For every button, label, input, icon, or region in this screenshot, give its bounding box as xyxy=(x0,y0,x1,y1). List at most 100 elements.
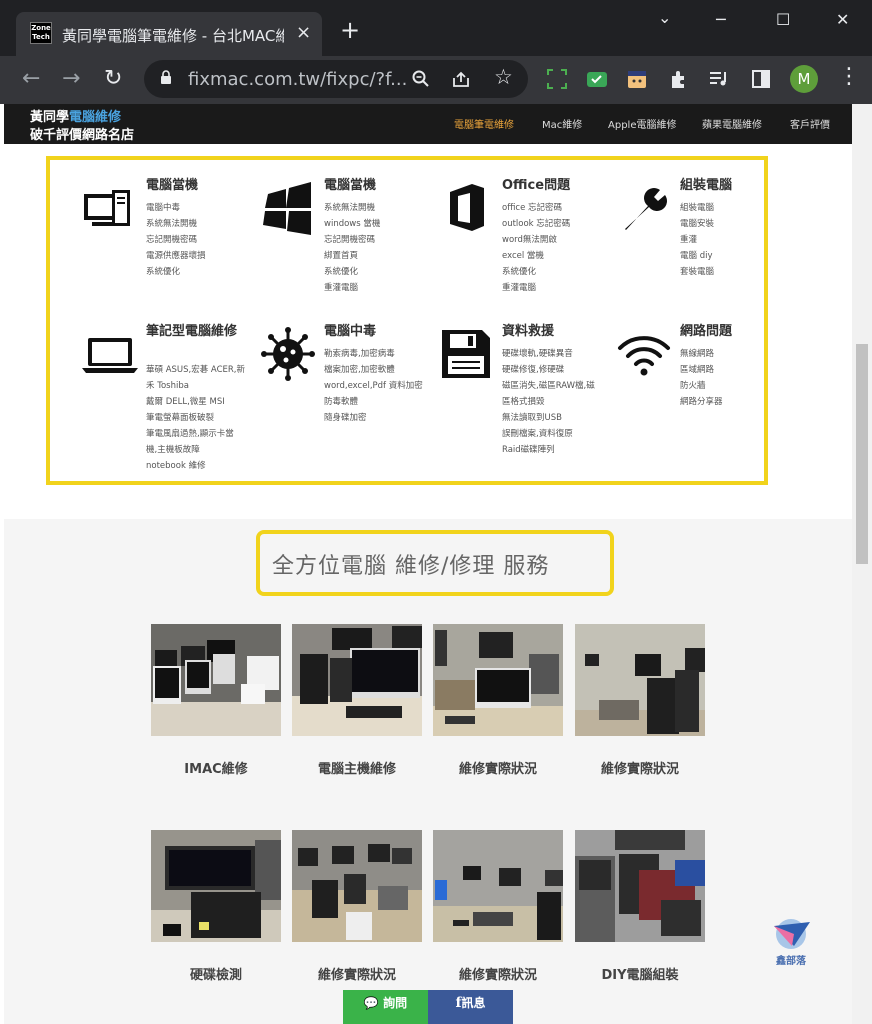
service-line: word無法開啟 xyxy=(502,235,557,245)
minimize-button[interactable]: ─ xyxy=(716,10,726,29)
page-scrollbar[interactable] xyxy=(852,104,872,1024)
service-line: 誤刪檔案,資料復原 xyxy=(502,429,573,439)
service-title: 資料救援 xyxy=(502,324,555,339)
service-lines: 系統無法開機 windows 當機 忘記開機密碼 綁置首頁 系統優化 重灌電腦 xyxy=(324,200,436,296)
wrench-icon xyxy=(625,188,667,230)
gallery-photo-diy-build[interactable] xyxy=(575,830,705,942)
gallery-caption: 維修實際狀況 xyxy=(600,762,679,777)
service-line: 系統優化 xyxy=(324,267,359,277)
service-line: 系統無法開機 xyxy=(146,219,198,229)
gallery-photo-repair-3[interactable] xyxy=(292,830,422,942)
service-line: 區格式損毀 xyxy=(502,397,545,407)
watermark-logo: 鑫部落 xyxy=(766,916,816,968)
brand-subtitle: 破千評價網路名店 xyxy=(30,128,135,143)
forward-icon[interactable]: → xyxy=(62,66,80,91)
maximize-button[interactable]: ☐ xyxy=(776,10,790,29)
service-lines: 電腦中毒 系統無法開機 忘記開機密碼 電源供應器壞損 系統優化 xyxy=(146,200,258,280)
service-line: 網路分享器 xyxy=(680,397,723,407)
service-line: excel 當機 xyxy=(502,251,544,261)
service-line: 磁區消失,磁區RAW檔,磁 xyxy=(502,381,595,391)
favicon-icon: Zone Tech xyxy=(30,22,52,44)
close-tab-icon[interactable]: × xyxy=(296,22,311,43)
service-line: 勒索病毒,加密病毒 xyxy=(324,349,395,359)
checklist-extension-icon[interactable] xyxy=(586,68,608,90)
facebook-contact-button[interactable]: f訊息 xyxy=(428,990,513,1024)
back-icon[interactable]: ← xyxy=(22,66,40,91)
service-title: 電腦中毒 xyxy=(324,324,377,339)
gallery-photo-repair-2[interactable] xyxy=(575,624,705,736)
service-lines: 華碩 ASUS,宏碁 ACER,新 禾 Toshiba 戴爾 DELL,微星 M… xyxy=(146,362,258,474)
service-line: notebook 維修 xyxy=(146,461,206,471)
services-section: 電腦當機 電腦中毒 系統無法開機 忘記開機密碼 電源供應器壞損 系統優化 電腦當… xyxy=(4,144,852,519)
service-line: outlook 忘記密碼 xyxy=(502,219,571,229)
line-contact-label: 詢問 xyxy=(383,996,408,1010)
nav-link-pc-repair[interactable]: 電腦筆電維修 xyxy=(454,116,514,131)
section-heading-frame: 全方位電腦 維修/修理 服務 xyxy=(256,530,614,596)
gallery-caption: DIY電腦組裝 xyxy=(601,968,679,983)
gallery-photo-repair-4[interactable] xyxy=(433,830,563,942)
services-highlight-frame: 電腦當機 電腦中毒 系統無法開機 忘記開機密碼 電源供應器壞損 系統優化 電腦當… xyxy=(46,156,768,485)
office-logo-icon xyxy=(450,184,484,231)
close-window-button[interactable]: ✕ xyxy=(836,10,849,29)
service-line: 戴爾 DELL,微星 MSI xyxy=(146,397,225,407)
profile-avatar[interactable]: M xyxy=(790,65,818,93)
tab-title: 黃同學電腦筆電維修 - 台北MAC維 xyxy=(62,27,284,45)
browser-tab[interactable]: Zone Tech 黃同學電腦筆電維修 - 台北MAC維 × xyxy=(16,12,322,56)
new-tab-button[interactable]: + xyxy=(340,18,360,42)
bookmark-star-icon[interactable]: ☆ xyxy=(494,65,513,89)
service-line: 禾 Toshiba xyxy=(146,381,189,391)
wifi-icon xyxy=(618,336,670,376)
service-line: 機,主機板故障 xyxy=(146,445,200,455)
service-line: 硬碟壞軌,硬碟異音 xyxy=(502,349,573,359)
windows-logo-icon xyxy=(263,182,311,235)
side-panel-icon[interactable] xyxy=(750,68,772,90)
paper-plane-icon xyxy=(774,919,810,949)
service-line: 系統優化 xyxy=(146,267,181,277)
extensions-puzzle-icon[interactable] xyxy=(668,68,690,90)
service-line: 系統優化 xyxy=(502,267,537,277)
scrollbar-thumb[interactable] xyxy=(856,344,868,564)
service-line: 重灌 xyxy=(680,235,698,245)
service-line: windows 當機 xyxy=(324,219,381,229)
gallery-photo-disk-test[interactable] xyxy=(151,830,281,942)
media-control-icon[interactable] xyxy=(708,68,730,90)
service-line: 系統無法開機 xyxy=(324,203,376,213)
nav-link-mac-repair[interactable]: Mac維修 xyxy=(542,116,582,131)
tab-search-icon[interactable]: ⌄ xyxy=(658,8,671,27)
brand-title[interactable]: 黃同學電腦維修 xyxy=(30,106,121,125)
service-line: 忘記開機密碼 xyxy=(146,235,198,245)
gallery-caption: 硬碟檢測 xyxy=(189,968,242,983)
service-line: 忘記開機密碼 xyxy=(324,235,376,245)
service-title: 網路問題 xyxy=(680,324,733,339)
line-contact-button[interactable]: 💬 詢問 xyxy=(343,990,428,1024)
url-text: fixmac.com.tw/fixpc/?f... xyxy=(188,69,408,90)
nav-link-apple-repair[interactable]: Apple電腦維修 xyxy=(608,116,676,131)
service-line: 套裝電腦 xyxy=(680,267,715,277)
browser-menu-icon[interactable]: ⋮ xyxy=(838,64,860,89)
service-line: 防火牆 xyxy=(680,381,706,391)
address-bar[interactable]: fixmac.com.tw/fixpc/?f... ☆ xyxy=(144,60,528,98)
service-title: 組裝電腦 xyxy=(680,178,733,193)
service-line: 無法讀取到USB xyxy=(502,413,562,423)
floppy-disk-icon xyxy=(442,330,490,378)
service-title: Office問題 xyxy=(502,178,571,193)
service-line: office 忘記密碼 xyxy=(502,203,563,213)
lock-icon xyxy=(161,70,171,84)
gallery-caption: IMAC維修 xyxy=(184,762,248,777)
reload-icon[interactable]: ↻ xyxy=(104,66,122,91)
service-line: 重灌電腦 xyxy=(502,283,537,293)
service-line: 檔案加密,加密軟體 xyxy=(324,365,395,375)
nav-link-apple-computer-repair[interactable]: 蘋果電腦維修 xyxy=(702,116,762,131)
face-extension-icon[interactable] xyxy=(626,68,648,90)
service-line: 隨身碟加密 xyxy=(324,413,367,423)
contact-bar: 💬 詢問 f訊息 xyxy=(343,990,513,1024)
screenshot-extension-icon[interactable] xyxy=(546,68,568,90)
gallery-photo-repair-1[interactable] xyxy=(433,624,563,736)
gallery-photo-pc-tower[interactable] xyxy=(292,624,422,736)
nav-link-reviews[interactable]: 客戶評價 xyxy=(790,116,830,131)
share-icon[interactable] xyxy=(452,70,472,88)
service-lines: 組裝電腦 電腦安裝 重灌 電腦 diy 套裝電腦 xyxy=(680,200,792,280)
gallery-photo-imac[interactable] xyxy=(151,624,281,736)
brand-highlight: 電腦維修 xyxy=(69,110,122,125)
zoom-icon[interactable] xyxy=(412,70,430,88)
